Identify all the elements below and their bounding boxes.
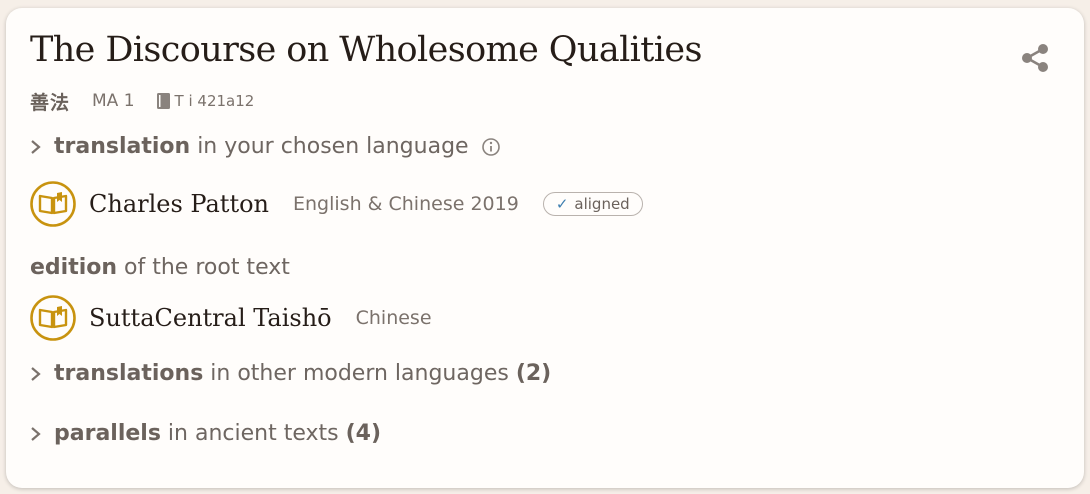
translation-expander[interactable]: translation in your chosen language [28, 134, 501, 159]
check-icon: ✓ [555, 195, 569, 213]
aligned-badge: ✓ aligned [542, 192, 643, 216]
translation-language: English & Chinese 2019 [293, 193, 519, 215]
sutta-uid: MA 1 [92, 91, 135, 111]
edition-section-label: edition of the root text [30, 255, 290, 280]
other-translations-label-rest: in other modern languages [203, 361, 516, 386]
book-icon [156, 93, 170, 109]
sutta-card: The Discourse on Wholesome Qualities 善法 … [6, 8, 1084, 488]
edition-label-bold: edition [30, 255, 118, 280]
aligned-badge-label: aligned [574, 195, 630, 213]
original-title: 善法 [30, 91, 71, 114]
parallels-label: parallels in ancient texts (4) [54, 421, 381, 446]
open-book-icon [30, 295, 76, 341]
page-title: The Discourse on Wholesome Qualities [30, 30, 702, 70]
share-icon[interactable] [1018, 41, 1052, 75]
open-book-icon [30, 181, 76, 227]
sutta-metadata: 善法 MA 1 T i 421a12 [30, 89, 255, 114]
root-edition-author[interactable]: SuttaCentral Taishō [89, 304, 332, 332]
parallels-expander[interactable]: parallels in ancient texts (4) [28, 421, 381, 446]
translation-item[interactable]: Charles Patton English & Chinese 2019 ✓ … [29, 180, 643, 228]
translation-label-bold: translation [54, 134, 191, 159]
chevron-right-icon [31, 139, 41, 154]
parallels-label-rest: in ancient texts [160, 421, 346, 446]
translation-section-label: translation in your chosen language [54, 134, 469, 159]
edition-label-rest: of the root text [117, 255, 290, 280]
translation-label-rest: in your chosen language [190, 134, 469, 159]
parallels-label-bold: parallels [54, 421, 161, 446]
volume-page-reference: T i 421a12 [156, 92, 255, 110]
reference-text: T i 421a12 [174, 92, 255, 110]
other-translations-label-bold: translations [54, 361, 204, 386]
info-icon[interactable] [481, 137, 501, 157]
parallels-count: (4) [345, 421, 382, 446]
root-edition-language: Chinese [355, 307, 432, 329]
other-translations-expander[interactable]: translations in other modern languages (… [28, 361, 551, 386]
chevron-right-icon [31, 426, 41, 441]
other-translations-count: (2) [515, 361, 552, 386]
chevron-right-icon [31, 366, 41, 381]
root-edition-item[interactable]: SuttaCentral Taishō Chinese [29, 294, 432, 342]
other-translations-label: translations in other modern languages (… [54, 361, 551, 386]
translation-author[interactable]: Charles Patton [89, 190, 269, 218]
